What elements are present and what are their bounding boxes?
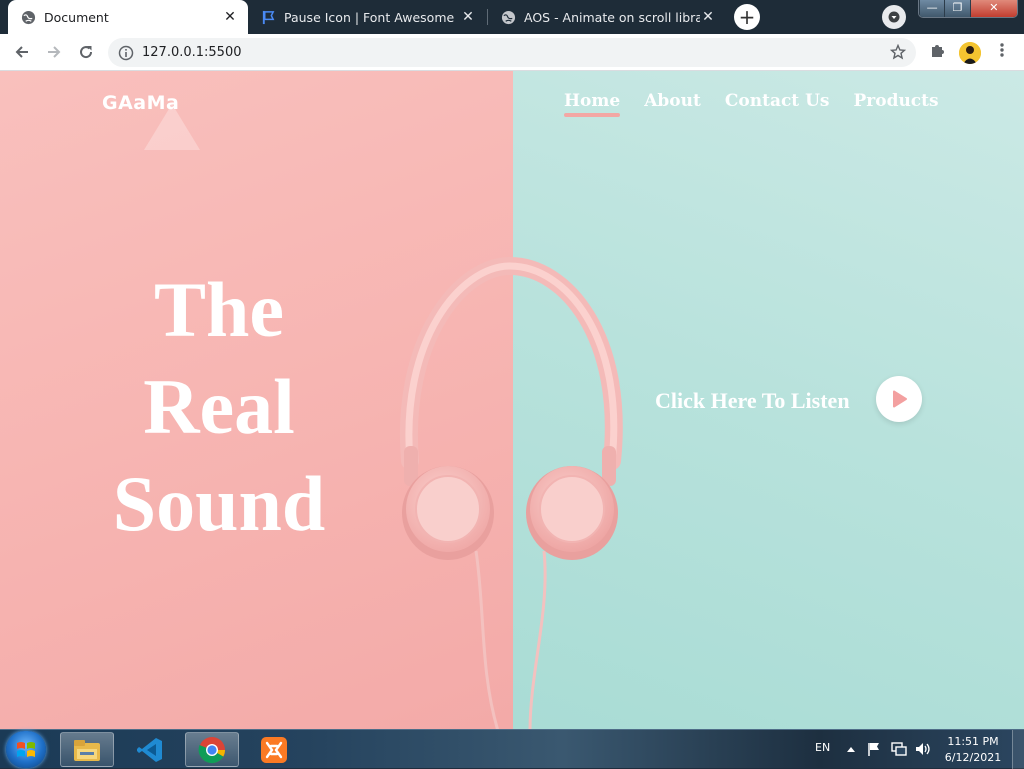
taskbar-vscode[interactable] xyxy=(123,732,177,767)
tab-search-button[interactable] xyxy=(882,5,906,29)
show-desktop-button[interactable] xyxy=(1012,730,1024,769)
minimize-button[interactable]: — xyxy=(919,0,945,17)
close-tab-icon[interactable]: ✕ xyxy=(222,9,238,25)
globe-icon xyxy=(20,9,36,25)
file-explorer-icon xyxy=(74,739,100,761)
taskbar: EN 11:51 PM 6/12/2021 xyxy=(0,729,1024,769)
maximize-button[interactable]: ❐ xyxy=(944,0,970,17)
arrow-right-icon xyxy=(48,46,61,58)
web-page: GAaMa Home About Contact Us Products The… xyxy=(0,71,1024,729)
arrow-left-icon xyxy=(15,46,28,58)
action-center-flag-icon[interactable] xyxy=(866,741,882,757)
tab-title: Document xyxy=(44,9,109,25)
windows-logo-icon xyxy=(17,741,35,757)
start-button[interactable] xyxy=(6,731,46,768)
clock-date: 6/12/2021 xyxy=(944,751,1002,764)
avatar-icon xyxy=(959,42,981,64)
xampp-icon xyxy=(261,736,287,763)
clock-time: 11:51 PM xyxy=(947,735,999,748)
listen-cta-text[interactable]: Click Here To Listen xyxy=(655,388,850,414)
nav-products[interactable]: Products xyxy=(853,91,938,111)
hero-heading: The Real Sound xyxy=(60,261,378,552)
hero-line: Real xyxy=(143,363,295,450)
reload-button[interactable] xyxy=(74,40,98,64)
window-controls: — ❐ ✕ xyxy=(918,0,1018,18)
hero-line: The xyxy=(153,266,285,353)
browser-toolbar: 127.0.0.1:5500 xyxy=(0,34,1024,71)
globe-icon xyxy=(500,9,516,25)
taskbar-chrome[interactable] xyxy=(185,732,239,767)
forward-button[interactable] xyxy=(42,40,66,64)
nav-about[interactable]: About xyxy=(644,91,701,111)
tab-strip: Document ✕ Pause Icon | Font Awesome ✕ A… xyxy=(0,0,1024,34)
more-vert-icon[interactable] xyxy=(994,41,1010,59)
back-button[interactable] xyxy=(10,40,34,64)
close-tab-icon[interactable]: ✕ xyxy=(460,9,476,25)
info-icon[interactable] xyxy=(118,45,134,61)
site-nav: Home About Contact Us Products xyxy=(564,91,963,117)
tab-document[interactable]: Document ✕ xyxy=(8,0,248,34)
url-text: 127.0.0.1:5500 xyxy=(142,45,242,60)
flag-icon xyxy=(260,9,276,25)
play-icon xyxy=(893,390,907,408)
tab-title: AOS - Animate on scroll library xyxy=(524,9,700,25)
hero-line: Sound xyxy=(112,460,326,547)
address-bar[interactable]: 127.0.0.1:5500 xyxy=(108,38,916,67)
play-button[interactable] xyxy=(876,376,922,422)
close-tab-icon[interactable]: ✕ xyxy=(700,9,716,25)
nav-home[interactable]: Home xyxy=(564,91,621,117)
chevron-down-icon xyxy=(888,11,900,23)
star-icon[interactable] xyxy=(890,44,906,60)
puzzle-icon[interactable] xyxy=(929,41,947,59)
network-icon[interactable] xyxy=(890,741,908,757)
tab-title: Pause Icon | Font Awesome xyxy=(284,9,455,25)
chrome-icon xyxy=(198,736,226,763)
language-indicator[interactable]: EN xyxy=(815,741,830,754)
site-logo[interactable]: GAaMa xyxy=(102,92,179,114)
headphones-illustration xyxy=(399,256,623,729)
close-window-button[interactable]: ✕ xyxy=(969,0,1017,17)
system-clock[interactable]: 11:51 PM 6/12/2021 xyxy=(940,734,1006,766)
taskbar-file-explorer[interactable] xyxy=(60,732,114,767)
new-tab-button[interactable]: + xyxy=(734,4,760,30)
taskbar-xampp[interactable] xyxy=(247,732,301,767)
vscode-icon xyxy=(137,737,162,762)
tray-expand-icon[interactable] xyxy=(846,745,856,753)
reload-icon xyxy=(80,46,93,59)
volume-icon[interactable] xyxy=(914,741,932,757)
tab-aos[interactable]: AOS - Animate on scroll library ✕ xyxy=(488,0,726,34)
tab-pause-icon[interactable]: Pause Icon | Font Awesome ✕ xyxy=(248,0,486,34)
nav-contact-us[interactable]: Contact Us xyxy=(725,91,830,111)
profile-avatar[interactable] xyxy=(959,42,981,64)
